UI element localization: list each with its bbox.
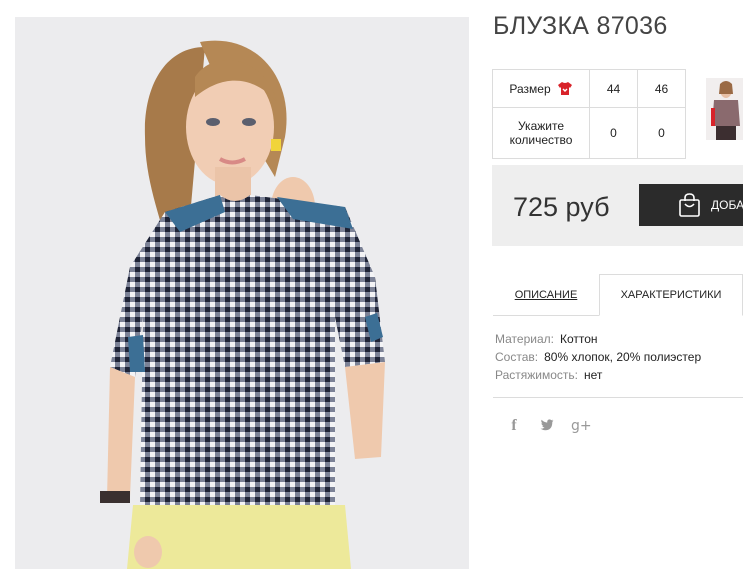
size-table: Размер 44 46 Укажите количество 0 0	[492, 69, 686, 159]
spec-row-composition: Состав: 80% хлопок, 20% полиэстер	[495, 348, 701, 366]
specifications-list: Материал: Коттон Состав: 80% хлопок, 20% п…	[495, 330, 701, 384]
tab-characteristics[interactable]: ХАРАКТЕРИСТИКИ	[599, 274, 743, 316]
size-label-cell: Размер	[492, 69, 590, 108]
spec-key: Растяжимость:	[495, 368, 579, 382]
product-photo[interactable]	[15, 17, 469, 569]
quantity-label-cell: Укажите количество	[492, 107, 590, 159]
quantity-input-44[interactable]: 0	[589, 107, 638, 159]
spec-row-stretch: Растяжимость: нет	[495, 366, 701, 384]
google-plus-icon[interactable]: g+	[571, 418, 592, 434]
facebook-icon[interactable]: f	[505, 417, 523, 435]
size-label: Размер	[509, 81, 551, 96]
twitter-icon[interactable]	[538, 417, 556, 435]
add-to-cart-button[interactable]: ДОБАВИТЬ В КОРЗИНУ	[639, 184, 743, 226]
shopping-bag-icon	[679, 193, 700, 217]
quantity-input-46[interactable]: 0	[637, 107, 686, 159]
spec-key: Состав:	[495, 350, 539, 364]
spec-value: нет	[584, 368, 603, 382]
size-option-46[interactable]: 46	[637, 69, 686, 108]
tab-description[interactable]: ОПИСАНИЕ	[493, 274, 599, 315]
shirt-icon[interactable]	[557, 81, 573, 96]
spec-row-material: Материал: Коттон	[495, 330, 701, 348]
social-share: f g+	[505, 417, 592, 435]
divider	[493, 397, 743, 398]
size-option-44[interactable]: 44	[589, 69, 638, 108]
spec-value: Коттон	[559, 332, 598, 346]
price-panel: 725 руб ДОБАВИТЬ В КОРЗИНУ	[492, 165, 743, 246]
spec-key: Материал:	[495, 332, 554, 346]
quantity-label-line1: Укажите	[517, 119, 565, 133]
product-title: БЛУЗКА 87036	[493, 12, 668, 40]
product-thumbnail[interactable]	[706, 78, 743, 140]
spec-value: 80% хлопок, 20% полиэстер	[544, 350, 702, 364]
product-tabs: ОПИСАНИЕ ХАРАКТЕРИСТИКИ	[493, 274, 743, 316]
add-to-cart-label: ДОБАВИТЬ В КОРЗИНУ	[711, 198, 743, 212]
quantity-label-line2: количество	[509, 133, 573, 147]
product-price: 725 руб	[513, 192, 610, 222]
